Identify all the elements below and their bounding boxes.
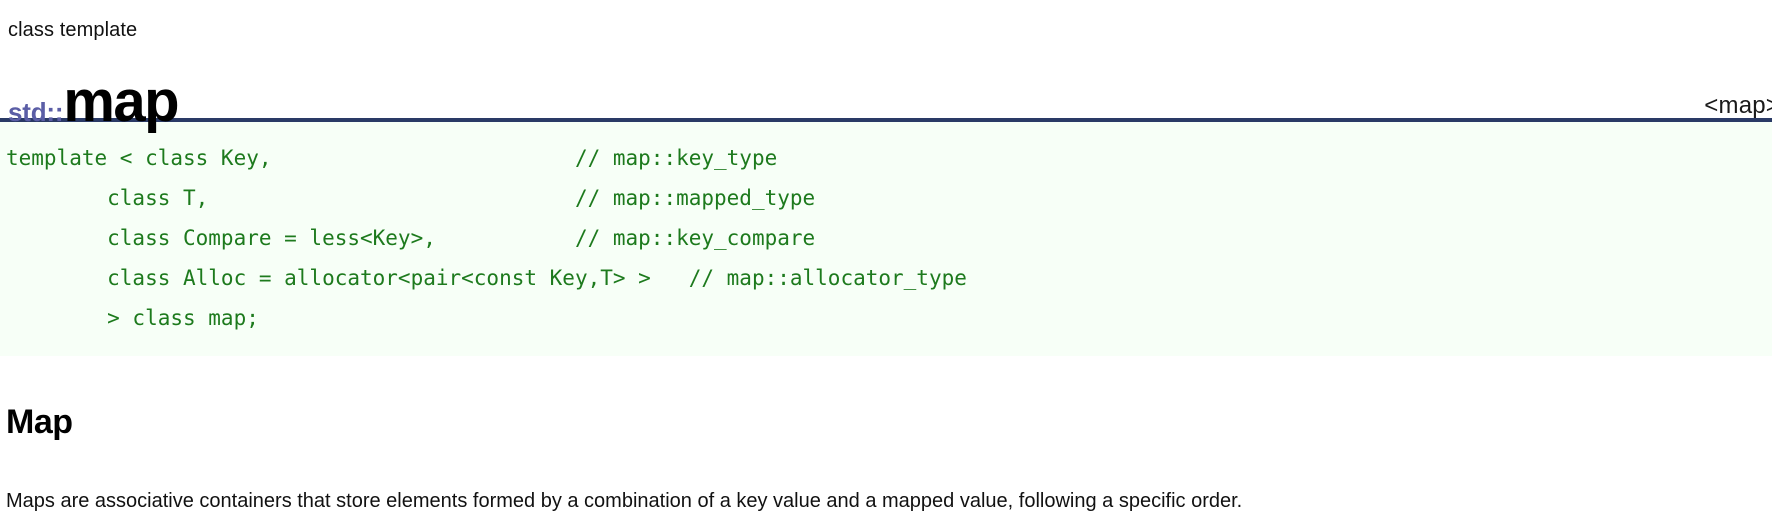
code-line: > class map; — [6, 306, 259, 330]
code-line: class Alloc = allocator<pair<const Key,T… — [6, 266, 967, 290]
code-line: class T, // map::mapped_type — [6, 186, 816, 210]
page-title-row: std::map <map> — [0, 42, 1772, 131]
entity-kind-label: class template — [8, 19, 138, 41]
code-line: template < class Key, // map::key_type — [6, 146, 778, 170]
template-declaration-code-block: template < class Key, // map::key_type c… — [0, 122, 1772, 356]
section-heading-map: Map — [6, 403, 73, 442]
code-line: class Compare = less<Key>, // map::key_c… — [6, 226, 816, 250]
reference-page: class template std::map <map> template <… — [0, 0, 1772, 516]
page-title: std::map — [8, 73, 180, 131]
class-name: map — [63, 69, 179, 135]
header-file-name: <map> — [1704, 92, 1772, 119]
section-paragraph: Maps are associative containers that sto… — [6, 490, 1243, 513]
namespace-prefix: std:: — [8, 97, 64, 128]
